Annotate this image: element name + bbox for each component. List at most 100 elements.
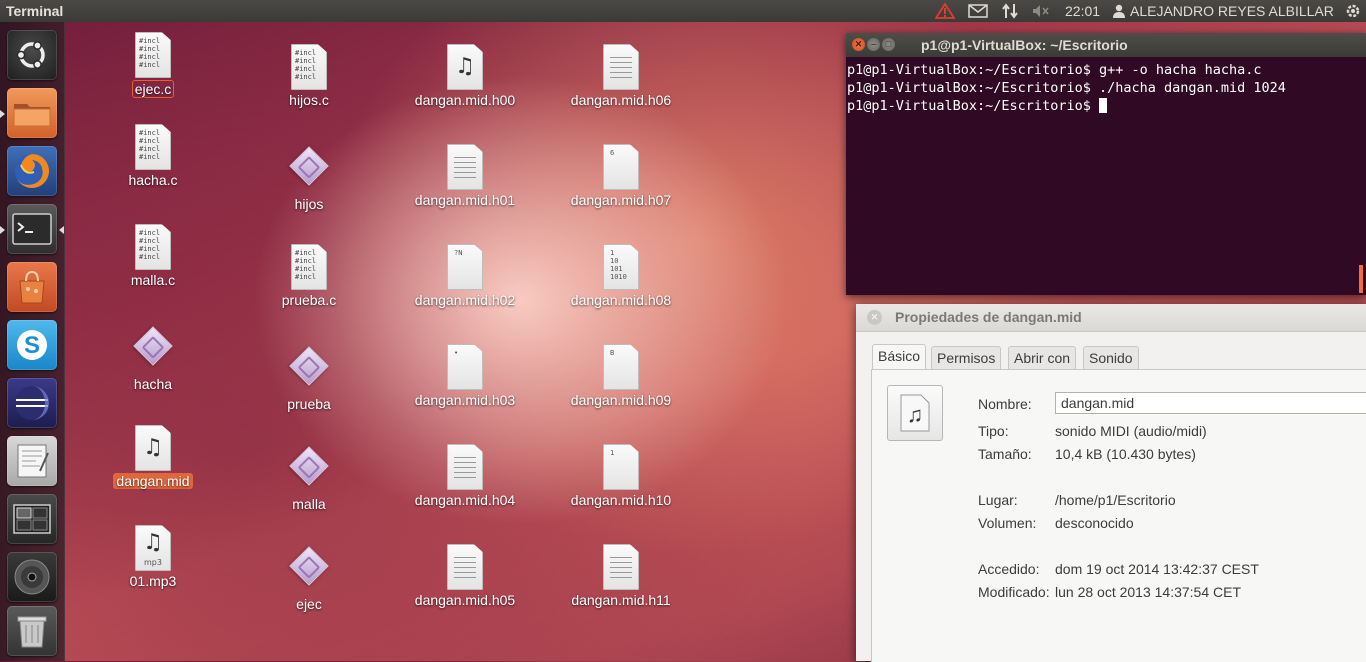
desktop-icon-label: hijos bbox=[294, 196, 324, 212]
location-value: /home/p1/Escritorio bbox=[1055, 492, 1176, 508]
desktop-icon-dangan-mid-h08[interactable]: 1 10 101 1010 dangan.mid.h08 bbox=[546, 244, 696, 309]
desktop-icon-hijos[interactable]: hijos bbox=[234, 142, 384, 213]
files-launcher[interactable] bbox=[7, 88, 57, 138]
desktop-icon-dangan-mid-h02[interactable]: ?N dangan.mid.h02 bbox=[390, 244, 540, 309]
c-source-file-icon: #incl #incl #incl #incl bbox=[135, 224, 171, 270]
desktop-icon-hacha-c[interactable]: #incl #incl #incl #incl hacha.c bbox=[78, 124, 228, 189]
c-source-file-icon: #incl #incl #incl #incl bbox=[135, 124, 171, 170]
minimize-button[interactable]: – bbox=[867, 38, 880, 51]
c-source-file-icon: #incl #incl #incl #incl bbox=[135, 32, 171, 78]
software-center-launcher[interactable] bbox=[7, 262, 57, 312]
desktop-icon-dangan-mid-h05[interactable]: dangan.mid.h05 bbox=[390, 544, 540, 609]
desktop-icon-ejec[interactable]: ejec bbox=[234, 542, 384, 613]
music-file-icon: ♫ bbox=[135, 425, 171, 471]
accessed-value: dom 19 oct 2014 13:42:37 CEST bbox=[1055, 561, 1259, 577]
dash-home-button[interactable] bbox=[7, 30, 57, 80]
workspace-switcher-launcher[interactable] bbox=[7, 494, 57, 544]
size-value: 10,4 kB (10.430 bytes) bbox=[1055, 446, 1196, 462]
desktop-icon-prueba[interactable]: prueba bbox=[234, 342, 384, 413]
volume-muted-icon[interactable] bbox=[1032, 2, 1050, 20]
text-file-icon bbox=[447, 544, 483, 590]
text-file-icon bbox=[447, 144, 483, 190]
desktop-icon-malla[interactable]: malla bbox=[234, 442, 384, 513]
active-app-name: Terminal bbox=[6, 3, 64, 19]
volume-label: Volumen: bbox=[978, 515, 1037, 531]
tab-basico[interactable]: Básico bbox=[872, 344, 927, 369]
desktop-icon-dangan-mid[interactable]: ♫ dangan.mid bbox=[78, 425, 228, 490]
terminal-launcher[interactable] bbox=[7, 204, 57, 254]
terminal-icon bbox=[12, 213, 52, 245]
desktop-icon-hijos-c[interactable]: #incl #incl #incl #incl hijos.c bbox=[234, 44, 384, 109]
close-button[interactable]: ✕ bbox=[852, 38, 865, 51]
firefox-launcher[interactable] bbox=[7, 146, 57, 196]
desktop-icon-hacha[interactable]: hacha bbox=[78, 322, 228, 393]
desktop-icon-01-mp3[interactable]: ♫ mp3 01.mp3 bbox=[78, 525, 228, 590]
text-editor-launcher[interactable] bbox=[7, 436, 57, 486]
tab-sonido[interactable]: Sonido bbox=[1083, 346, 1139, 369]
workspaces-icon bbox=[13, 504, 51, 534]
dialog-title: Propiedades de dangan.mid bbox=[895, 309, 1082, 325]
desktop-icon-label: dangan.mid.h07 bbox=[570, 192, 672, 208]
desktop-icon-dangan-mid-h09[interactable]: B dangan.mid.h09 bbox=[546, 344, 696, 409]
properties-titlebar[interactable]: ✕ Propiedades de dangan.mid bbox=[856, 304, 1366, 332]
terminal-output[interactable]: p1@p1-VirtualBox:~/Escritorio$ g++ -o ha… bbox=[846, 57, 1366, 119]
desktop-icon-dangan-mid-h01[interactable]: dangan.mid.h01 bbox=[390, 144, 540, 209]
power-gear-icon[interactable] bbox=[1345, 2, 1361, 20]
svg-text:♫: ♫ bbox=[907, 402, 924, 427]
desktop-icon-dangan-mid-h00[interactable]: ♫ dangan.mid.h00 bbox=[390, 44, 540, 109]
desktop-icon-prueba-c[interactable]: #incl #incl #incl #incl prueba.c bbox=[234, 244, 384, 309]
desktop-icon-dangan-mid-h10[interactable]: 1 dangan.mid.h10 bbox=[546, 444, 696, 509]
binary-file-icon: 1 10 101 1010 bbox=[603, 244, 639, 290]
terminal-line: p1@p1-VirtualBox:~/Escritorio$ g++ -o ha… bbox=[847, 62, 1262, 78]
executable-icon bbox=[133, 326, 173, 366]
ubuntu-logo-icon bbox=[16, 41, 45, 69]
desktop-icon-dangan-mid-h07[interactable]: 6 dangan.mid.h07 bbox=[546, 144, 696, 209]
text-editor-icon bbox=[17, 444, 49, 478]
desktop-icon-malla-c[interactable]: #incl #incl #incl #incl malla.c bbox=[78, 224, 228, 289]
mail-icon[interactable] bbox=[968, 2, 988, 20]
user-menu[interactable]: ALEJANDRO REYES ALBILLAR bbox=[1113, 2, 1334, 20]
user-name: ALEJANDRO REYES ALBILLAR bbox=[1130, 3, 1334, 19]
eclipse-launcher[interactable] bbox=[7, 378, 57, 428]
desktop-icon-label: dangan.mid.h10 bbox=[570, 492, 672, 508]
tab-permisos[interactable]: Permisos bbox=[931, 346, 1002, 369]
text-file-icon: 6 bbox=[603, 144, 639, 190]
desktop-icon-dangan-mid-h06[interactable]: dangan.mid.h06 bbox=[546, 44, 696, 109]
terminal-line: p1@p1-VirtualBox:~/Escritorio$ bbox=[847, 98, 1099, 114]
file-icon-button[interactable]: ♫ bbox=[887, 385, 943, 441]
music-file-icon: ♫ bbox=[900, 394, 930, 432]
desktop-icon-ejec-c[interactable]: #incl #incl #incl #incl ejec.c bbox=[78, 32, 228, 98]
trash-launcher[interactable] bbox=[7, 606, 57, 656]
disc-icon bbox=[14, 559, 50, 595]
mp3-file-icon: ♫ mp3 bbox=[135, 525, 171, 571]
name-input[interactable] bbox=[1055, 392, 1366, 414]
warning-icon[interactable] bbox=[935, 2, 955, 20]
desktop-icon-dangan-mid-h03[interactable]: • dangan.mid.h03 bbox=[390, 344, 540, 409]
maximize-button[interactable]: □ bbox=[882, 38, 895, 51]
desktop-icon-label: prueba bbox=[287, 396, 331, 412]
executable-icon bbox=[289, 146, 329, 186]
desktop-icon-label: malla bbox=[292, 496, 326, 512]
type-value: sonido MIDI (audio/midi) bbox=[1055, 423, 1207, 439]
scrollbar-thumb[interactable] bbox=[1359, 265, 1363, 293]
disc-launcher[interactable] bbox=[7, 552, 57, 602]
desktop-icon-dangan-mid-h04[interactable]: dangan.mid.h04 bbox=[390, 444, 540, 509]
type-label: Tipo: bbox=[978, 423, 1009, 439]
desktop-icon-dangan-mid-h11[interactable]: dangan.mid.h11 bbox=[546, 544, 696, 609]
terminal-window[interactable]: ✕ – □ p1@p1-VirtualBox: ~/Escritorio p1@… bbox=[846, 33, 1366, 295]
properties-dialog[interactable]: ✕ Propiedades de dangan.mid Básico Permi… bbox=[856, 304, 1366, 662]
desktop-icon-label: ejec.c bbox=[131, 80, 175, 98]
text-file-icon bbox=[603, 44, 639, 90]
network-icon[interactable] bbox=[1001, 2, 1019, 20]
desktop-icon-label: dangan.mid.h09 bbox=[570, 392, 672, 408]
skype-launcher[interactable]: S bbox=[7, 320, 57, 370]
tab-abrir-con[interactable]: Abrir con bbox=[1008, 346, 1077, 369]
terminal-titlebar[interactable]: ✕ – □ p1@p1-VirtualBox: ~/Escritorio bbox=[846, 33, 1366, 57]
desktop-icon-label: ejec bbox=[296, 596, 322, 612]
clock[interactable]: 22:01 bbox=[1065, 2, 1100, 20]
running-indicator bbox=[0, 226, 5, 234]
desktop-icon-label: 01.mp3 bbox=[129, 573, 177, 589]
close-button[interactable]: ✕ bbox=[867, 310, 882, 325]
launcher: S bbox=[0, 22, 65, 661]
desktop-icon-label: dangan.mid.h01 bbox=[414, 192, 516, 208]
